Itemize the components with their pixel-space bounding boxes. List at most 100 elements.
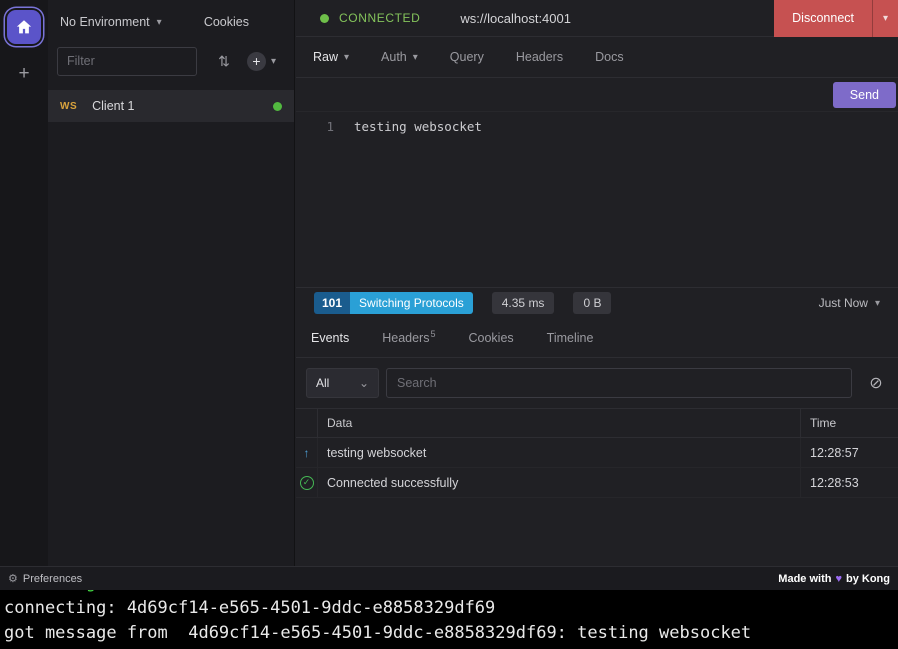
home-icon bbox=[15, 18, 33, 36]
event-time-cell: 12:28:57 bbox=[801, 446, 898, 460]
by-kong-label: by Kong bbox=[846, 573, 890, 585]
event-icon-cell: ✓ bbox=[296, 468, 318, 497]
sort-icon[interactable]: ⇅ bbox=[214, 53, 234, 70]
tab-query[interactable]: Query bbox=[450, 50, 484, 64]
tab-events-label: Events bbox=[311, 331, 349, 345]
add-request-dropdown[interactable]: + ▾ bbox=[247, 52, 276, 71]
response-tabs: Events Headers5 Cookies Timeline bbox=[296, 318, 898, 358]
heart-icon: ♥ bbox=[835, 573, 842, 585]
message-editor[interactable]: 1 testing websocket bbox=[296, 112, 898, 287]
time-column-header: Time bbox=[801, 416, 898, 430]
sidebar-item-client-1[interactable]: WS Client 1 bbox=[48, 90, 294, 122]
response-history-dropdown[interactable]: Just Now ▾ bbox=[819, 296, 880, 310]
tab-raw-label: Raw bbox=[313, 50, 338, 64]
event-type-select[interactable]: All ⌄ bbox=[306, 368, 379, 398]
tab-docs[interactable]: Docs bbox=[595, 50, 623, 64]
tab-auth-label: Auth bbox=[381, 50, 407, 64]
environment-dropdown[interactable]: No Environment ▾ bbox=[60, 15, 162, 29]
response-meta-bar: 101 Switching Protocols 4.35 ms 0 B Just… bbox=[296, 287, 898, 318]
tab-timeline[interactable]: Timeline bbox=[547, 331, 594, 345]
new-item-button[interactable]: + bbox=[0, 60, 48, 88]
send-row: Send bbox=[296, 78, 898, 112]
event-row-sent[interactable]: ↑ testing websocket 12:28:57 bbox=[296, 438, 898, 468]
tab-timeline-label: Timeline bbox=[547, 331, 594, 345]
plus-icon: + bbox=[18, 63, 29, 85]
tab-query-label: Query bbox=[450, 50, 484, 64]
line-number: 1 bbox=[296, 118, 340, 287]
caret-down-icon: ▾ bbox=[413, 52, 418, 63]
terminal-line-connecting: connecting: 4d69cf14-e565-4501-9ddc-e885… bbox=[4, 596, 898, 621]
client-name: Client 1 bbox=[92, 99, 134, 113]
made-with-label: Made with bbox=[778, 573, 831, 585]
tab-events[interactable]: Events bbox=[311, 331, 349, 345]
caret-down-icon: ▾ bbox=[271, 56, 276, 67]
environment-label: No Environment bbox=[60, 15, 150, 29]
send-button[interactable]: Send bbox=[833, 82, 896, 108]
check-circle-icon: ✓ bbox=[300, 476, 314, 490]
event-time-cell: 12:28:53 bbox=[801, 476, 898, 490]
sidebar: No Environment ▾ Cookies ⇅ + ▾ WS Client… bbox=[48, 0, 295, 566]
event-type-value: All bbox=[316, 376, 329, 390]
gear-icon: ⚙ bbox=[8, 572, 18, 585]
response-size-badge: 0 B bbox=[573, 292, 611, 314]
disconnect-button[interactable]: Disconnect bbox=[774, 0, 872, 37]
caret-down-icon: ▾ bbox=[344, 52, 349, 63]
plus-circle-icon: + bbox=[247, 52, 266, 71]
connection-bar: CONNECTED ws://localhost:4001 Disconnect… bbox=[296, 0, 898, 37]
preferences-button[interactable]: ⚙ Preferences bbox=[8, 572, 82, 585]
chevron-down-icon: ⌄ bbox=[359, 376, 369, 390]
tab-response-cookies-label: Cookies bbox=[468, 331, 513, 345]
tab-headers-label: Headers bbox=[516, 50, 563, 64]
terminal-line-message: got message from 4d69cf14-e565-4501-9ddc… bbox=[4, 621, 898, 646]
event-row-connected[interactable]: ✓ Connected successfully 12:28:53 bbox=[296, 468, 898, 498]
sidebar-header: No Environment ▾ Cookies bbox=[48, 0, 294, 44]
status-code: 101 bbox=[314, 292, 350, 314]
tab-response-cookies[interactable]: Cookies bbox=[468, 331, 513, 345]
status-bar: ⚙ Preferences Made with ♥ by Kong bbox=[0, 566, 898, 590]
home-button[interactable] bbox=[7, 10, 41, 44]
events-filter-row: All ⌄ ⊘ bbox=[296, 358, 898, 408]
terminal-lines: listening for websocket connections conn… bbox=[4, 590, 898, 646]
cookies-button[interactable]: Cookies bbox=[204, 15, 249, 29]
filter-input[interactable] bbox=[57, 47, 197, 76]
data-column-header: Data bbox=[318, 409, 801, 437]
event-icon-cell: ↑ bbox=[296, 438, 318, 467]
insomnia-window: + No Environment ▾ Cookies ⇅ + ▾ WS Clie… bbox=[0, 0, 898, 649]
tab-response-headers[interactable]: Headers5 bbox=[382, 329, 435, 345]
request-tabs: Raw ▾ Auth ▾ Query Headers Docs bbox=[296, 37, 898, 78]
icon-column-header bbox=[296, 409, 318, 437]
activity-bar: + bbox=[0, 0, 48, 566]
caret-down-icon: ▾ bbox=[157, 17, 162, 28]
clear-events-icon[interactable]: ⊘ bbox=[864, 373, 888, 393]
response-timestamp: Just Now bbox=[819, 296, 868, 310]
caret-down-icon: ▾ bbox=[883, 13, 888, 24]
connected-dot-icon bbox=[273, 102, 282, 111]
status-badge: 101 Switching Protocols bbox=[314, 292, 473, 314]
terminal-output: listening for websocket connections conn… bbox=[0, 590, 898, 649]
tab-headers[interactable]: Headers bbox=[516, 50, 563, 64]
caret-down-icon: ▾ bbox=[875, 298, 880, 309]
main-pane: CONNECTED ws://localhost:4001 Disconnect… bbox=[296, 0, 898, 566]
headers-count-badge: 5 bbox=[430, 329, 435, 339]
tab-auth[interactable]: Auth ▾ bbox=[381, 50, 418, 64]
made-by-kong-link[interactable]: Made with ♥ by Kong bbox=[778, 573, 890, 585]
ws-method-tag: WS bbox=[60, 101, 77, 112]
sidebar-filter-row: ⇅ + ▾ bbox=[48, 44, 294, 78]
websocket-url-input[interactable]: ws://localhost:4001 bbox=[460, 11, 571, 26]
event-search-input[interactable] bbox=[386, 368, 852, 398]
event-data-cell: testing websocket bbox=[318, 438, 801, 467]
status-dot-icon bbox=[320, 14, 329, 23]
message-sent-arrow-icon: ↑ bbox=[304, 446, 310, 460]
status-text: Switching Protocols bbox=[350, 292, 473, 314]
events-table-header: Data Time bbox=[296, 408, 898, 438]
disconnect-options-button[interactable]: ▾ bbox=[872, 0, 898, 37]
tab-raw[interactable]: Raw ▾ bbox=[313, 50, 349, 64]
tab-docs-label: Docs bbox=[595, 50, 623, 64]
preferences-label: Preferences bbox=[23, 573, 82, 585]
connection-status: CONNECTED bbox=[339, 11, 420, 25]
response-time-badge: 4.35 ms bbox=[492, 292, 555, 314]
disconnect-button-group: Disconnect ▾ bbox=[774, 0, 898, 37]
event-data-cell: Connected successfully bbox=[318, 468, 801, 497]
tab-response-headers-label: Headers5 bbox=[382, 329, 435, 345]
message-body: testing websocket bbox=[354, 118, 482, 287]
